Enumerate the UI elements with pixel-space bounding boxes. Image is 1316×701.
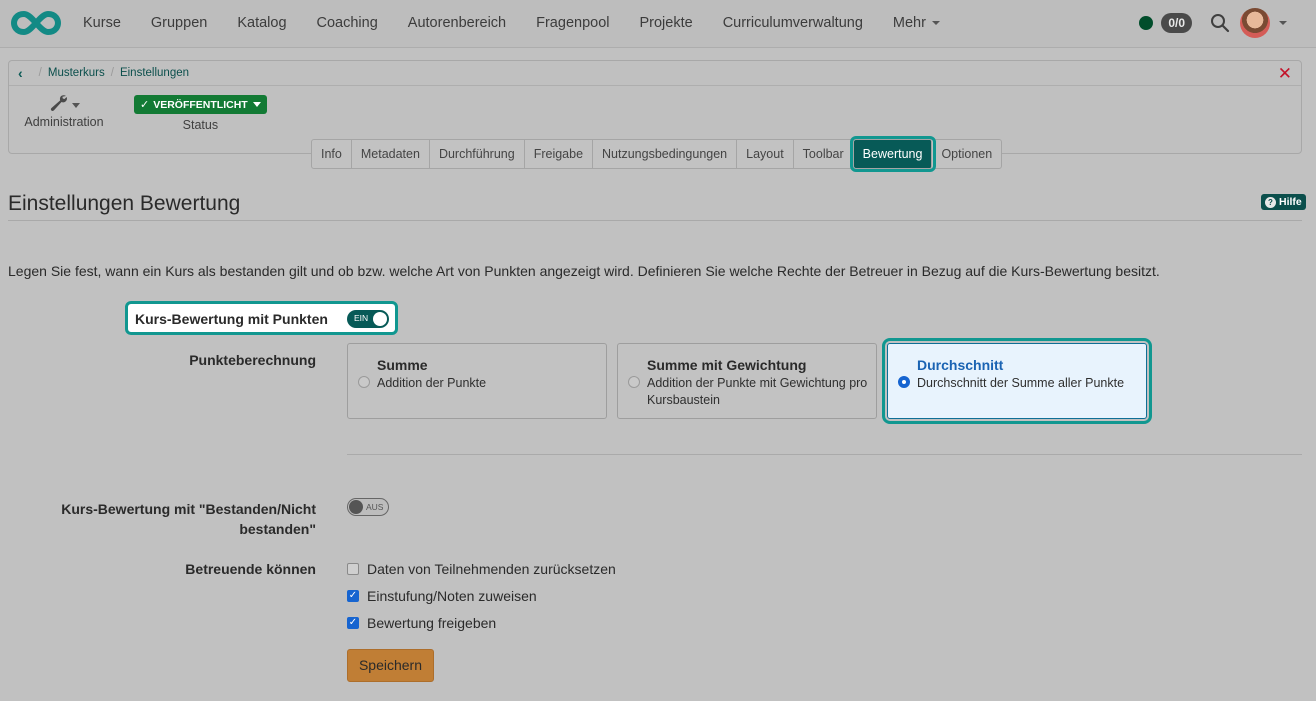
tab-toolbar[interactable]: Toolbar xyxy=(794,140,854,168)
status-button-label: VERÖFFENTLICHT xyxy=(153,98,248,111)
nav-mehr-dropdown[interactable]: Mehr xyxy=(893,15,940,31)
passed-toggle-label: Kurs-Bewertung mit "Bestanden/Nicht best… xyxy=(40,499,316,539)
administration-label: Administration xyxy=(24,115,104,129)
caret-down-icon xyxy=(252,102,261,107)
settings-tabs: Info Metadaten Durchführung Freigabe Nut… xyxy=(311,136,1003,172)
option-title: Durchschnitt xyxy=(917,357,1004,373)
coach-option-release-assessment[interactable]: ✓ Bewertung freigeben xyxy=(347,615,496,631)
breadcrumb-einstellungen[interactable]: Einstellungen xyxy=(120,67,189,79)
administration-menu[interactable]: Administration xyxy=(23,93,105,129)
tab-metadaten[interactable]: Metadaten xyxy=(352,140,430,168)
option-description: Addition der Punkte xyxy=(377,376,487,390)
status-label: Status xyxy=(182,118,219,132)
option-description: Addition der Punkte mit Gewichtung pro K… xyxy=(647,376,868,407)
top-navbar: Kurse Gruppen Katalog Coaching Autorenbe… xyxy=(0,0,1316,48)
coach-option-assign-grades[interactable]: ✓ Einstufung/Noten zuweisen xyxy=(347,588,537,604)
wrench-icon xyxy=(50,95,67,111)
breadcrumb: ‹ / Musterkurs / Einstellungen xyxy=(9,61,1301,86)
tab-info[interactable]: Info xyxy=(312,140,352,168)
checkbox-label: Einstufung/Noten zuweisen xyxy=(367,588,537,604)
user-avatar[interactable] xyxy=(1240,8,1270,38)
points-toggle-switch[interactable]: EIN xyxy=(347,310,389,328)
checkbox-checked[interactable]: ✓ xyxy=(347,590,359,602)
coaches-label: Betreuende können xyxy=(185,561,316,577)
counter-badge[interactable]: 0/0 xyxy=(1161,13,1192,33)
passed-toggle-switch[interactable]: AUS xyxy=(347,498,389,516)
radio-button[interactable] xyxy=(628,376,640,388)
toggle-state-label: AUS xyxy=(366,502,384,512)
calc-option-summe-gewichtung[interactable]: Summe mit Gewichtung Addition der Punkte… xyxy=(617,343,877,419)
calc-option-durchschnitt[interactable]: Durchschnitt Durchschnitt der Summe alle… xyxy=(882,338,1152,424)
question-circle-icon: ? xyxy=(1265,196,1276,208)
option-description: Durchschnitt der Summe aller Punkte xyxy=(917,376,1125,390)
nav-kurse[interactable]: Kurse xyxy=(83,15,121,31)
save-button[interactable]: Speichern xyxy=(347,649,434,682)
nav-right: 0/0 xyxy=(1139,0,1316,46)
calculation-label: Punkteberechnung xyxy=(189,352,316,368)
nav-gruppen[interactable]: Gruppen xyxy=(151,15,207,31)
status-tool: ✓ VERÖFFENTLICHT Status xyxy=(134,95,267,132)
nav-curriculumverwaltung[interactable]: Curriculumverwaltung xyxy=(723,15,863,31)
nav-projekte[interactable]: Projekte xyxy=(639,15,692,31)
tab-freigabe[interactable]: Freigabe xyxy=(525,140,594,168)
breadcrumb-musterkurs[interactable]: Musterkurs xyxy=(48,67,105,79)
check-icon: ✓ xyxy=(140,99,150,111)
radio-button[interactable] xyxy=(898,376,910,388)
tab-optionen[interactable]: Optionen xyxy=(932,140,1001,168)
caret-down-icon xyxy=(71,102,80,108)
tab-bewertung[interactable]: Bewertung xyxy=(849,136,937,172)
option-title: Summe mit Gewichtung xyxy=(647,357,807,373)
help-button[interactable]: ? Hilfe xyxy=(1261,194,1306,210)
breadcrumb-separator: / xyxy=(110,67,114,79)
nav-coaching[interactable]: Coaching xyxy=(317,15,378,31)
status-dropdown-button[interactable]: ✓ VERÖFFENTLICHT xyxy=(134,95,267,114)
checkbox-label: Daten von Teilnehmenden zurücksetzen xyxy=(367,561,616,577)
tab-nutzungsbedingungen[interactable]: Nutzungsbedingungen xyxy=(593,140,738,168)
caret-down-icon xyxy=(931,21,940,26)
nav-katalog[interactable]: Katalog xyxy=(237,15,286,31)
title-divider xyxy=(8,220,1302,221)
checkbox[interactable] xyxy=(347,563,359,575)
passed-label-line2: bestanden" xyxy=(239,521,316,537)
page-title: Einstellungen Bewertung xyxy=(8,192,241,215)
toggle-knob xyxy=(373,312,387,326)
points-toggle-row: Kurs-Bewertung mit Punkten EIN xyxy=(125,301,398,335)
nav-mehr-label: Mehr xyxy=(892,15,926,31)
checkbox-label: Bewertung freigeben xyxy=(367,615,497,631)
checkbox-checked[interactable]: ✓ xyxy=(347,617,359,629)
close-icon[interactable]: ✕ xyxy=(1278,64,1292,84)
tab-layout[interactable]: Layout xyxy=(737,140,794,168)
section-divider xyxy=(347,454,1302,455)
main-nav: Kurse Gruppen Katalog Coaching Autorenbe… xyxy=(83,0,970,46)
search-icon[interactable] xyxy=(1210,13,1230,33)
chevron-left-icon[interactable]: ‹ xyxy=(18,65,23,81)
tab-durchfuehrung[interactable]: Durchführung xyxy=(430,140,525,168)
radio-button[interactable] xyxy=(358,376,370,388)
passed-label-line1: Kurs-Bewertung mit "Bestanden/Nicht xyxy=(61,501,316,517)
online-status-icon[interactable] xyxy=(1139,16,1154,30)
infinity-logo[interactable] xyxy=(10,9,62,37)
toggle-state-label: EIN xyxy=(354,313,369,323)
intro-text: Legen Sie fest, wann ein Kurs als bestan… xyxy=(8,263,1160,279)
toggle-knob xyxy=(349,500,363,514)
help-label: Hilfe xyxy=(1279,196,1302,208)
points-toggle-label: Kurs-Bewertung mit Punkten xyxy=(135,311,328,327)
caret-down-icon[interactable] xyxy=(1279,21,1287,25)
coach-option-reset-data[interactable]: Daten von Teilnehmenden zurücksetzen xyxy=(347,561,616,577)
calc-option-summe[interactable]: Summe Addition der Punkte xyxy=(347,343,607,419)
breadcrumb-separator: / xyxy=(38,67,42,79)
option-title: Summe xyxy=(377,357,428,373)
nav-fragenpool[interactable]: Fragenpool xyxy=(536,15,609,31)
nav-autorenbereich[interactable]: Autorenbereich xyxy=(408,15,506,31)
